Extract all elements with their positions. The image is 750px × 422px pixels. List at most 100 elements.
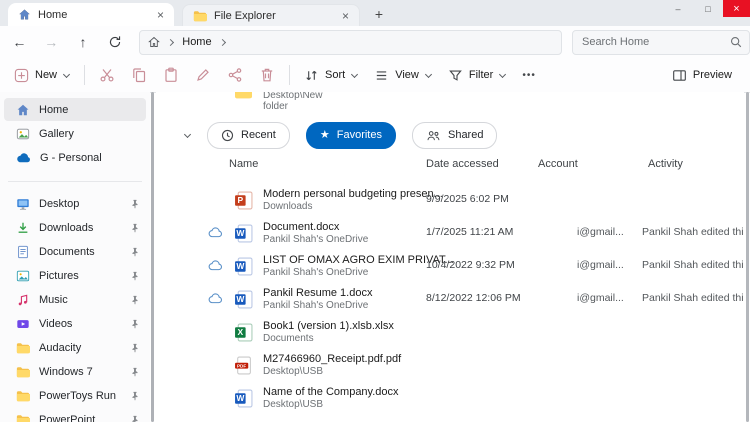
file-row[interactable]: W Pankil Resume 1.docx Pankil Shah's One…	[156, 283, 744, 316]
file-row[interactable]: PDF M27466960_Receipt.pdf.pdf Desktop\US…	[156, 349, 744, 382]
tab-label: Home	[38, 9, 146, 21]
recent-pill[interactable]: Recent	[207, 122, 290, 149]
column-header-name[interactable]: Name	[229, 158, 258, 170]
maximize-button[interactable]: □	[693, 0, 723, 17]
column-headers: Name Date accessed Account Activity	[156, 158, 744, 174]
delete-button[interactable]	[251, 62, 283, 88]
chevron-down-icon	[351, 72, 358, 79]
refresh-button[interactable]	[102, 30, 127, 54]
music-icon	[16, 293, 30, 307]
tab-close-icon[interactable]: ×	[338, 9, 353, 23]
file-location: Documents	[263, 333, 314, 344]
file-row[interactable]: W Name of the Company.docx Desktop\USB	[156, 382, 744, 415]
minimize-button[interactable]: –	[663, 0, 693, 17]
file-row[interactable]: P Modern personal budgeting presen... Do…	[156, 184, 744, 217]
svg-text:X: X	[238, 327, 244, 337]
preview-icon	[672, 68, 687, 83]
file-row[interactable]: W LIST OF OMAX AGRO EXIM PRIVAT... Panki…	[156, 250, 744, 283]
column-header-date-accessed[interactable]: Date accessed	[426, 158, 499, 170]
gallery-icon	[16, 127, 30, 141]
word-file-icon: W	[234, 257, 253, 276]
file-row[interactable]: X Book1 (version 1).xlsb.xlsx Documents	[156, 316, 744, 349]
sidebar-item-pictures[interactable]: Pictures	[4, 264, 146, 287]
word-file-icon: W	[234, 290, 253, 309]
pill-label: Shared	[448, 129, 483, 141]
cut-button[interactable]	[91, 62, 123, 88]
sidebar-item-downloads[interactable]: Downloads	[4, 216, 146, 239]
vertical-scrollbar[interactable]	[746, 92, 749, 422]
breadcrumb-chevron-icon	[220, 39, 226, 45]
sort-icon	[304, 68, 319, 83]
sidebar-item-powertoys-run[interactable]: PowerToys Run	[4, 384, 146, 407]
pin-icon	[130, 199, 140, 209]
videos-icon	[16, 317, 30, 331]
paste-button[interactable]	[155, 62, 187, 88]
navigation-bar: ← → ↑ Home	[0, 26, 750, 58]
sidebar-item-windows-7[interactable]: Windows 7	[4, 360, 146, 383]
sidebar-item-powerpoint[interactable]: PowerPoint	[4, 408, 146, 422]
powerpoint-file-icon: P	[234, 191, 253, 210]
sidebar-item-audacity[interactable]: Audacity	[4, 336, 146, 359]
tab-label: File Explorer	[214, 10, 331, 22]
sidebar-item-gallery[interactable]: Gallery	[4, 122, 146, 145]
new-tab-button[interactable]: +	[368, 4, 390, 24]
collapse-chevron-icon[interactable]	[184, 132, 191, 139]
preview-label: Preview	[693, 69, 732, 81]
file-row[interactable]: W Document.docx Pankil Shah's OneDrive 1…	[156, 217, 744, 250]
sidebar-scrollbar[interactable]	[151, 92, 154, 422]
view-button[interactable]: View	[366, 62, 440, 88]
share-button[interactable]	[219, 62, 251, 88]
tab-home[interactable]: Home ×	[8, 3, 174, 26]
sidebar-item-home[interactable]: Home	[4, 98, 146, 121]
sort-button[interactable]: Sort	[296, 62, 366, 88]
pill-label: Favorites	[337, 129, 382, 141]
back-button[interactable]: ←	[7, 30, 32, 54]
sidebar-separator	[0, 170, 150, 192]
sidebar-item-onedrive-personal[interactable]: G - Personal	[4, 146, 146, 169]
shared-pill[interactable]: Shared	[412, 122, 497, 149]
folder-icon	[16, 390, 30, 402]
pdf-file-icon: PDF	[234, 356, 253, 375]
file-location: Desktop\New folder	[263, 92, 322, 112]
rename-button[interactable]	[187, 62, 219, 88]
file-location: Pankil Shah's OneDrive	[263, 267, 368, 278]
preview-button[interactable]: Preview	[664, 62, 740, 88]
folder-icon	[234, 92, 252, 99]
svg-text:PDF: PDF	[237, 363, 246, 368]
search-input[interactable]	[580, 35, 724, 49]
copy-button[interactable]	[123, 62, 155, 88]
sidebar-item-documents[interactable]: Documents	[4, 240, 146, 263]
breadcrumb[interactable]: Home	[182, 36, 211, 48]
sidebar-item-label: Gallery	[39, 128, 140, 140]
forward-button[interactable]: →	[39, 30, 64, 54]
pin-icon	[130, 295, 140, 305]
more-options-button[interactable]: •••	[514, 70, 544, 81]
home-section-filters: Recent ★ Favorites Shared	[156, 122, 497, 148]
word-file-icon: W	[234, 224, 253, 243]
tab-close-icon[interactable]: ×	[153, 8, 168, 22]
new-label: New	[35, 69, 57, 81]
close-button[interactable]: ×	[723, 0, 750, 17]
sidebar-item-label: PowerPoint	[39, 414, 121, 422]
new-icon	[14, 68, 29, 83]
sidebar-item-desktop[interactable]: Desktop	[4, 192, 146, 215]
sidebar-item-label: G - Personal	[40, 152, 140, 164]
search-box[interactable]	[572, 30, 750, 55]
address-bar[interactable]: Home	[139, 30, 562, 55]
filter-button[interactable]: Filter	[440, 62, 514, 88]
toolbar-divider	[84, 65, 85, 85]
sidebar-item-videos[interactable]: Videos	[4, 312, 146, 335]
file-account: i@gmail...	[577, 292, 624, 304]
word-file-icon: W	[234, 389, 253, 408]
filter-label: Filter	[469, 69, 493, 81]
sort-label: Sort	[325, 69, 345, 81]
new-button[interactable]: New	[6, 62, 78, 88]
view-icon	[374, 68, 389, 83]
up-button[interactable]: ↑	[71, 30, 96, 54]
file-name: Document.docx	[263, 221, 339, 233]
column-header-activity[interactable]: Activity	[648, 158, 683, 170]
favorites-pill[interactable]: ★ Favorites	[306, 122, 396, 149]
column-header-account[interactable]: Account	[538, 158, 578, 170]
sidebar-item-music[interactable]: Music	[4, 288, 146, 311]
tab-file-explorer[interactable]: File Explorer ×	[182, 4, 360, 26]
